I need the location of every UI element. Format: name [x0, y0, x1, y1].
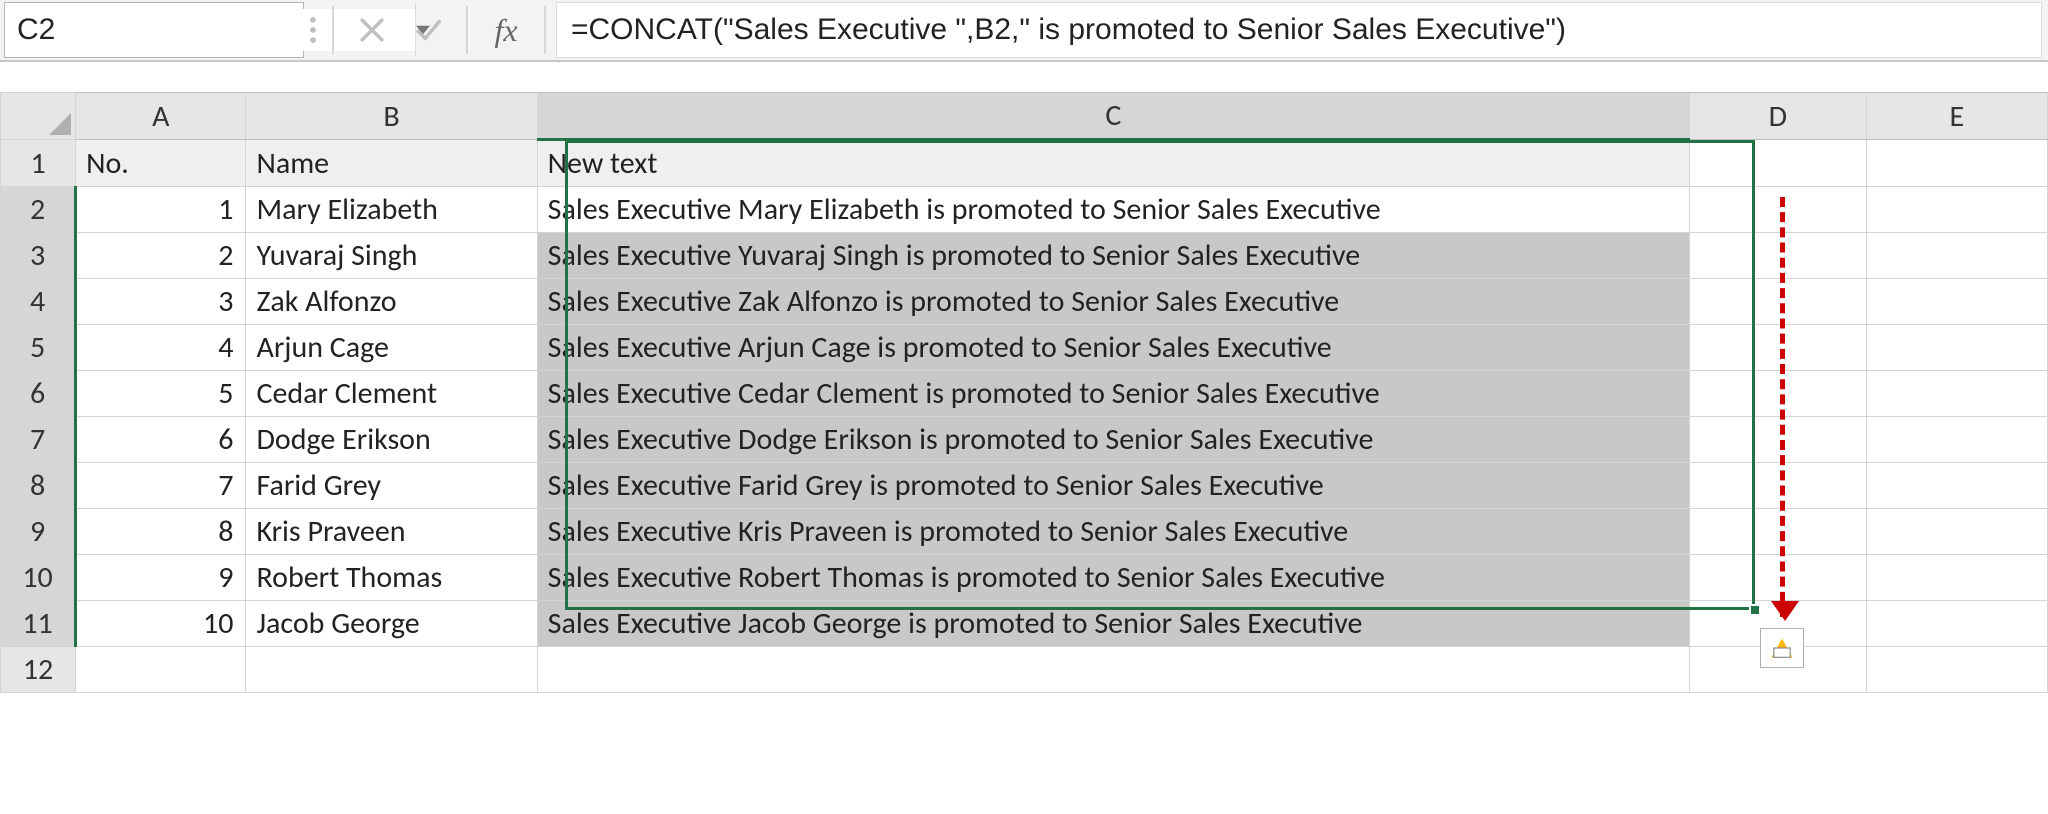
cancel-formula-button[interactable]	[344, 0, 400, 60]
cell-C10[interactable]: Sales Executive Robert Thomas is promote…	[537, 555, 1689, 601]
cell-A11[interactable]: 10	[76, 601, 246, 647]
cell-D10[interactable]	[1690, 555, 1866, 601]
cell-D3[interactable]	[1690, 233, 1866, 279]
cell-B3[interactable]: Yuvaraj Singh	[246, 233, 537, 279]
column-header-B[interactable]: B	[246, 93, 537, 140]
cell-B11[interactable]: Jacob George	[246, 601, 537, 647]
cell-E9[interactable]	[1866, 509, 2047, 555]
cell-A7[interactable]: 6	[76, 417, 246, 463]
cell-E10[interactable]	[1866, 555, 2047, 601]
cell-A12[interactable]	[76, 647, 246, 693]
cell-E1[interactable]	[1866, 140, 2047, 187]
cell-B5[interactable]: Arjun Cage	[246, 325, 537, 371]
column-header-A[interactable]: A	[76, 93, 246, 140]
cell-B10[interactable]: Robert Thomas	[246, 555, 537, 601]
cell-C12[interactable]	[537, 647, 1689, 693]
cell-D8[interactable]	[1690, 463, 1866, 509]
cell-A1[interactable]: No.	[76, 140, 246, 187]
cell-A2[interactable]: 1	[76, 187, 246, 233]
cell-B8[interactable]: Farid Grey	[246, 463, 537, 509]
cell-B4[interactable]: Zak Alfonzo	[246, 279, 537, 325]
cell-C7[interactable]: Sales Executive Dodge Erikson is promote…	[537, 417, 1689, 463]
cell-E7[interactable]	[1866, 417, 2047, 463]
column-header-D[interactable]: D	[1690, 93, 1866, 140]
drag-down-annotation-icon	[1780, 197, 1785, 617]
cell-E3[interactable]	[1866, 233, 2047, 279]
cell-C6[interactable]: Sales Executive Cedar Clement is promote…	[537, 371, 1689, 417]
cell-C5[interactable]: Sales Executive Arjun Cage is promoted t…	[537, 325, 1689, 371]
row-header-8[interactable]: 8	[1, 463, 76, 509]
cell-B6[interactable]: Cedar Clement	[246, 371, 537, 417]
row-header-7[interactable]: 7	[1, 417, 76, 463]
cell-D7[interactable]	[1690, 417, 1866, 463]
row-header-9[interactable]: 9	[1, 509, 76, 555]
row-header-10[interactable]: 10	[1, 555, 76, 601]
vertical-dots-icon	[304, 0, 322, 60]
cell-C11[interactable]: Sales Executive Jacob George is promoted…	[537, 601, 1689, 647]
row-header-12[interactable]: 12	[1, 647, 76, 693]
row-header-11[interactable]: 11	[1, 601, 76, 647]
cell-B9[interactable]: Kris Praveen	[246, 509, 537, 555]
cell-B12[interactable]	[246, 647, 537, 693]
row-header-3[interactable]: 3	[1, 233, 76, 279]
cell-E2[interactable]	[1866, 187, 2047, 233]
formula-bar-input[interactable]	[556, 2, 2042, 58]
column-header-E[interactable]: E	[1866, 93, 2047, 140]
separator	[466, 6, 468, 54]
cell-D9[interactable]	[1690, 509, 1866, 555]
cell-C8[interactable]: Sales Executive Farid Grey is promoted t…	[537, 463, 1689, 509]
cell-A6[interactable]: 5	[76, 371, 246, 417]
insert-function-button[interactable]: fx	[478, 0, 534, 60]
cell-E5[interactable]	[1866, 325, 2047, 371]
cell-A4[interactable]: 3	[76, 279, 246, 325]
cell-E12[interactable]	[1866, 647, 2047, 693]
cell-C4[interactable]: Sales Executive Zak Alfonzo is promoted …	[537, 279, 1689, 325]
row-header-6[interactable]: 6	[1, 371, 76, 417]
autofill-options-button[interactable]	[1760, 628, 1804, 668]
cell-D5[interactable]	[1690, 325, 1866, 371]
cell-E11[interactable]	[1866, 601, 2047, 647]
separator	[544, 6, 546, 54]
cell-A3[interactable]: 2	[76, 233, 246, 279]
cell-D2[interactable]	[1690, 187, 1866, 233]
cell-A9[interactable]: 8	[76, 509, 246, 555]
cell-E8[interactable]	[1866, 463, 2047, 509]
fill-handle[interactable]	[1749, 604, 1761, 616]
row-header-1[interactable]: 1	[1, 140, 76, 187]
cell-D4[interactable]	[1690, 279, 1866, 325]
row-header-4[interactable]: 4	[1, 279, 76, 325]
name-box[interactable]	[4, 2, 304, 58]
cell-C2[interactable]: Sales Executive Mary Elizabeth is promot…	[537, 187, 1689, 233]
row-header-5[interactable]: 5	[1, 325, 76, 371]
enter-formula-button[interactable]	[400, 0, 456, 60]
column-header-C[interactable]: C	[537, 93, 1689, 140]
cell-B7[interactable]: Dodge Erikson	[246, 417, 537, 463]
cell-E6[interactable]	[1866, 371, 2047, 417]
separator	[332, 6, 334, 54]
cell-A5[interactable]: 4	[76, 325, 246, 371]
cell-C3[interactable]: Sales Executive Yuvaraj Singh is promote…	[537, 233, 1689, 279]
fx-label: fx	[494, 12, 517, 49]
cell-C9[interactable]: Sales Executive Kris Praveen is promoted…	[537, 509, 1689, 555]
formula-bar-row: fx	[0, 0, 2048, 62]
cell-B2[interactable]: Mary Elizabeth	[246, 187, 537, 233]
cell-C1[interactable]: New text	[537, 140, 1689, 187]
cell-B1[interactable]: Name	[246, 140, 537, 187]
spreadsheet-grid[interactable]: A B C D E 1 No. Name New text 2	[0, 92, 2048, 693]
select-all-button[interactable]	[1, 93, 76, 140]
cell-D6[interactable]	[1690, 371, 1866, 417]
cell-A8[interactable]: 7	[76, 463, 246, 509]
row-header-2[interactable]: 2	[1, 187, 76, 233]
cell-A10[interactable]: 9	[76, 555, 246, 601]
cell-D1[interactable]	[1690, 140, 1866, 187]
cell-E4[interactable]	[1866, 279, 2047, 325]
